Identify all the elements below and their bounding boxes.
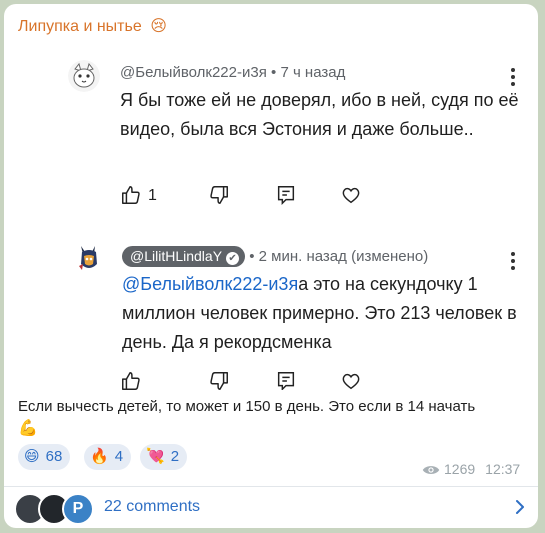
comments-count-label: 22 comments <box>104 498 201 515</box>
thumb-down-icon[interactable] <box>208 370 230 390</box>
screenshot-image[interactable]: @Белыйволк222-и3я • 7 ч назад Я бы тоже … <box>18 40 534 390</box>
reaction-count: 2 <box>170 448 180 465</box>
channel-title[interactable]: Липупка и нытье 😢 <box>18 16 167 36</box>
reaction-fire[interactable]: 🔥 4 <box>84 444 132 470</box>
flexed-biceps-emoji: 💪 <box>18 420 38 437</box>
comments-button[interactable]: P 22 comments <box>4 487 538 528</box>
kebab-menu-icon[interactable] <box>506 68 520 88</box>
view-count: 1269 <box>444 461 476 477</box>
reply-icon[interactable] <box>275 370 297 390</box>
comment-time: 2 мин. назад (изменено) <box>258 248 429 265</box>
reaction-emoji: 💘 <box>146 448 165 465</box>
reaction-count: 68 <box>45 448 63 465</box>
meta-separator: • <box>249 248 255 265</box>
eye-icon <box>422 463 440 480</box>
reaction-heart-arrow[interactable]: 💘 2 <box>140 444 188 470</box>
comment-text: @Белыйволк222-и3яа это на секундочку 1 м… <box>122 270 522 357</box>
kebab-menu-icon[interactable] <box>506 252 520 272</box>
crying-face-emoji: 😢 <box>150 18 167 35</box>
comment-text: Я бы тоже ей не доверял, ибо в ней, судя… <box>120 90 519 139</box>
thumb-up-icon[interactable] <box>120 184 142 206</box>
thumb-down-icon[interactable] <box>208 184 230 206</box>
reaction-grinning[interactable]: 😄 68 <box>18 444 71 470</box>
comment-meta: @LilitHLindlaY ✔ • 2 мин. назад (изменено… <box>122 246 428 267</box>
avatar-wolf <box>68 60 100 92</box>
post-time: 12:37 <box>485 461 521 477</box>
reaction-count: 4 <box>114 448 124 465</box>
chevron-right-icon <box>510 497 530 517</box>
caption-text: Если вычесть детей, то может и 150 в ден… <box>18 398 476 415</box>
verified-check-icon: ✔ <box>226 252 240 265</box>
channel-title-text: Липупка и нытье <box>18 18 142 35</box>
author-chip[interactable]: @LilitHLindlaY ✔ <box>122 246 246 267</box>
heart-icon[interactable] <box>340 370 362 390</box>
post-stats: 1269 12:37 <box>422 461 520 480</box>
like-count: 1 <box>148 187 157 204</box>
reaction-emoji: 🔥 <box>90 448 109 465</box>
reaction-emoji: 😄 <box>24 448 40 465</box>
meta-separator: • <box>271 64 277 81</box>
avatar-character <box>73 242 105 274</box>
post-caption: Если вычесть детей, то может и 150 в ден… <box>18 396 528 440</box>
comment-author[interactable]: @Белыйволк222-и3я <box>120 64 267 81</box>
message-bubble: Липупка и нытье 😢 @Белыйволк222-и3я • 7 … <box>4 4 538 528</box>
comment-author: @LilitHLindlaY <box>130 248 223 264</box>
mention-link[interactable]: @Белыйволк222-и3я <box>122 274 298 294</box>
thumb-up-icon[interactable] <box>120 370 142 390</box>
heart-icon[interactable] <box>340 184 362 206</box>
reply-icon[interactable] <box>275 184 297 206</box>
comment-meta: @Белыйволк222-и3я • 7 ч назад <box>120 64 345 81</box>
comment-time: 7 ч назад <box>280 64 346 81</box>
commenter-avatar: P <box>62 493 94 525</box>
